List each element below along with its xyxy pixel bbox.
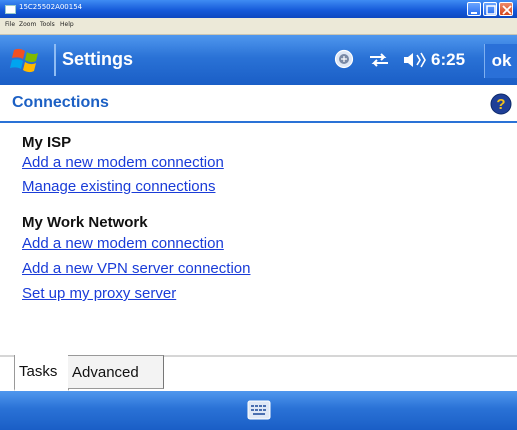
connectivity-icon[interactable] — [334, 49, 354, 69]
tab-advanced-label: Advanced — [72, 364, 139, 381]
minimize-button[interactable] — [467, 2, 481, 16]
clock[interactable]: 6:25 — [431, 50, 465, 70]
start-menu-icon[interactable] — [8, 46, 44, 74]
close-icon — [502, 5, 512, 15]
window-menubar: File Zoom Tools Help — [0, 18, 517, 35]
menu-help[interactable]: Help — [60, 21, 74, 28]
link-manage-connections[interactable]: Manage existing connections — [22, 178, 215, 195]
device-title: Settings — [62, 49, 134, 69]
window-titlebar: 15C25502A00154 — [0, 0, 517, 18]
keyboard-icon[interactable] — [247, 400, 271, 420]
tab-tasks[interactable]: Tasks — [14, 355, 69, 391]
menu-zoom[interactable]: Zoom — [19, 21, 36, 28]
header-divider — [0, 121, 517, 123]
minimize-icon — [471, 12, 477, 14]
softkey-bar — [0, 391, 517, 430]
tab-advanced[interactable]: Advanced — [68, 355, 164, 389]
data-sync-icon[interactable] — [367, 51, 391, 69]
section-heading-my-work-network: My Work Network — [22, 214, 148, 231]
maximize-button[interactable] — [483, 2, 497, 16]
link-add-modem-work[interactable]: Add a new modem connection — [22, 235, 224, 252]
device-titlebar: Settings 6:25 ok — [0, 35, 517, 85]
window-app-icon — [5, 5, 16, 14]
tab-tasks-label: Tasks — [19, 363, 58, 380]
link-proxy-server[interactable]: Set up my proxy server — [22, 285, 176, 302]
title-separator — [54, 44, 56, 76]
ok-button[interactable]: ok — [484, 44, 517, 78]
menu-tools[interactable]: Tools — [40, 21, 55, 28]
window-title: 15C25502A00154 — [19, 3, 83, 11]
section-heading-my-isp: My ISP — [22, 134, 72, 151]
maximize-icon — [486, 5, 496, 15]
link-add-vpn[interactable]: Add a new VPN server connection — [22, 260, 250, 277]
close-button[interactable] — [499, 2, 513, 16]
help-icon[interactable]: ? — [490, 93, 512, 115]
page-header: Connections ? — [0, 85, 517, 123]
menu-file[interactable]: File — [5, 21, 15, 28]
svg-text:?: ? — [496, 96, 505, 113]
link-add-modem-isp[interactable]: Add a new modem connection — [22, 154, 224, 171]
volume-icon[interactable] — [401, 51, 427, 69]
page-title: Connections — [12, 94, 109, 111]
